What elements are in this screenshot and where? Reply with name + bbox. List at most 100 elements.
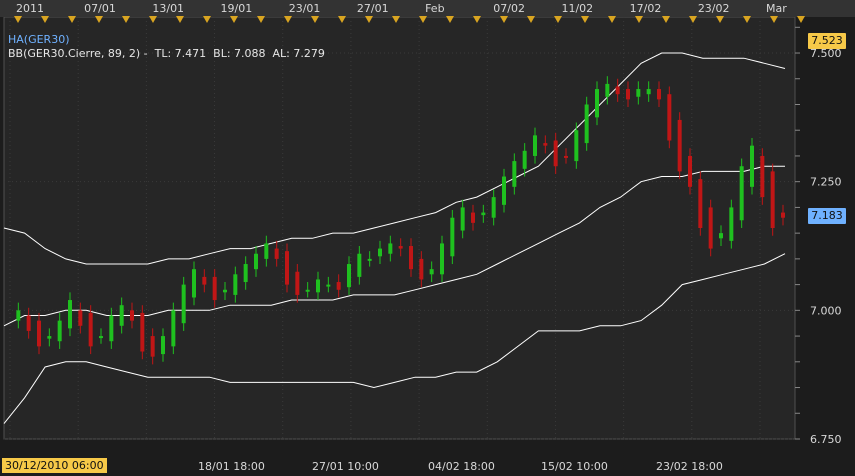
bottom-axis-label: 18/01 18:00	[198, 460, 265, 473]
candle-body	[150, 336, 155, 357]
top-axis-label: Feb	[425, 2, 444, 15]
candle-body	[564, 155, 568, 158]
candle-body	[574, 130, 579, 162]
top-axis-label: 11/02	[561, 2, 593, 15]
candle-body	[595, 89, 599, 118]
candle-body	[16, 310, 21, 321]
top-axis-label: 13/01	[152, 2, 184, 15]
candle-body	[636, 89, 641, 97]
candle-body	[450, 217, 455, 257]
candle-body	[419, 258, 424, 280]
candle-body	[130, 310, 134, 321]
candle-body	[192, 269, 196, 298]
candle-body	[471, 212, 475, 223]
candle-body	[357, 253, 362, 277]
candle-body	[88, 312, 93, 347]
candle-body	[274, 248, 279, 259]
candle-body	[305, 289, 310, 292]
candle-body	[223, 289, 227, 293]
current-price-tag: 7.183	[808, 208, 846, 225]
top-axis-label: 27/01	[357, 2, 389, 15]
candle-body	[491, 197, 496, 218]
candle-body	[161, 336, 165, 355]
candle-body	[460, 207, 465, 231]
candle-body	[750, 145, 754, 187]
last-price-tag: 7.523	[808, 33, 846, 50]
bollinger-legend: BB(GER30.Cierre, 89, 2) - TL: 7.471 BL: …	[8, 47, 325, 60]
candle-body	[584, 104, 589, 144]
top-axis-label: 17/02	[630, 2, 662, 15]
candle-body	[760, 155, 765, 198]
candle-body	[739, 166, 744, 221]
top-axis-label: Mar	[766, 2, 787, 15]
candle-body	[553, 140, 558, 167]
bottom-axis-label: 15/02 10:00	[541, 460, 608, 473]
cursor-time-tag: 30/12/2010 06:00	[2, 458, 107, 473]
top-axis-label: 23/02	[698, 2, 730, 15]
price-chart[interactable]: 7.5007.2507.0006.7502011 07/01 13/01 19/01 2…	[0, 0, 855, 476]
y-tick-label: 7.250	[810, 176, 842, 189]
candle-body	[47, 336, 52, 339]
top-axis-label: 07/01	[84, 2, 116, 15]
bottom-axis-label: 27/01 10:00	[312, 460, 379, 473]
candle-body	[429, 269, 434, 275]
candle-body	[233, 274, 238, 295]
candle-body	[729, 207, 734, 241]
candle-body	[543, 143, 548, 146]
candle-body	[481, 212, 486, 216]
candle-body	[347, 264, 351, 288]
y-tick-label: 6.750	[810, 433, 842, 446]
candle-body	[677, 119, 682, 172]
session-marker	[797, 16, 805, 23]
candle-body	[316, 279, 320, 293]
candle-body	[326, 284, 331, 287]
candle-body	[285, 251, 289, 285]
candle-body	[68, 300, 72, 329]
candle-body	[646, 89, 651, 95]
candle-body	[212, 276, 217, 301]
bottom-axis-label: 23/02 18:00	[656, 460, 723, 473]
candle-body	[698, 179, 703, 228]
candle-body	[708, 207, 713, 249]
candle-body	[770, 171, 775, 228]
top-axis-label: 2011	[16, 2, 44, 15]
candle-body	[264, 243, 269, 259]
candle-body	[109, 315, 114, 342]
candle-body	[336, 282, 341, 290]
candle-body	[378, 248, 382, 257]
candle-body	[181, 284, 186, 324]
candle-body	[605, 83, 610, 97]
top-axis-label: 19/01	[221, 2, 253, 15]
candle-body	[202, 276, 207, 285]
y-tick-label: 7.000	[810, 304, 842, 317]
candle-body	[367, 258, 372, 261]
candle-body	[440, 243, 444, 275]
candle-body	[243, 264, 248, 283]
top-axis-label: 07/02	[493, 2, 525, 15]
candle-body	[688, 155, 692, 187]
candle-body	[37, 320, 41, 347]
candle-body	[781, 212, 785, 218]
candle-body	[99, 336, 103, 339]
candle-body	[171, 310, 176, 347]
candle-body	[615, 86, 620, 95]
candle-body	[26, 315, 31, 331]
candle-body	[78, 310, 83, 326]
candle-body	[522, 150, 527, 169]
chart-root: 7.500 7.250 7.000 6.750 2011 07/01 13/01 19/01 2…	[0, 0, 855, 476]
candle-body	[512, 161, 517, 187]
candle-body	[502, 176, 506, 205]
instrument-title: HA(GER30)	[8, 33, 70, 46]
plot-area	[3, 16, 796, 440]
candle-body	[57, 320, 62, 342]
candle-body	[119, 305, 124, 326]
bottom-axis-label: 04/02 18:00	[428, 460, 495, 473]
candle-body	[388, 243, 393, 254]
top-axis-label: 23/01	[289, 2, 321, 15]
candle-body	[295, 271, 300, 295]
candle-body	[667, 94, 672, 141]
candle-body	[626, 89, 630, 100]
candle-body	[398, 246, 403, 249]
candle-body	[254, 253, 258, 270]
candle-body	[409, 246, 413, 270]
